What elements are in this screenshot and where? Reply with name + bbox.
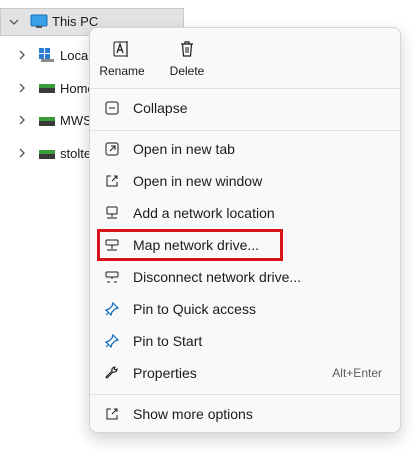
menu-item-label: Show more options [133,406,253,422]
chevron-right-icon[interactable] [14,112,30,128]
more-options-icon [104,406,120,422]
menu-item-show-more-options[interactable]: Show more options [94,400,396,428]
network-drive-icon [38,83,55,97]
menu-item-label: Open in new tab [133,141,235,157]
chevron-right-icon[interactable] [14,47,30,63]
menu-item-label: Pin to Quick access [133,301,256,317]
wrench-icon [104,365,120,381]
menu-item-label: Disconnect network drive... [133,269,302,285]
network-drive-icon [38,149,55,163]
menu-item-add-network-location[interactable]: Add a network location [94,199,396,227]
network-location-icon [104,205,120,221]
menu-item-label: Properties [133,365,197,381]
open-new-tab-icon [104,141,120,157]
menu-item-label: Open in new window [133,173,263,189]
rename-button[interactable]: Rename [95,36,149,84]
network-drive-icon [38,116,55,130]
properties-shortcut: Alt+Enter [332,366,382,380]
menu-item-pin-start[interactable]: Pin to Start [94,327,396,355]
open-new-window-icon [104,173,120,189]
menu-item-disconnect-network-drive[interactable]: Disconnect network drive... [94,263,396,291]
pin-icon [104,301,120,317]
menu-item-map-network-drive[interactable]: Map network drive... [94,231,396,259]
menu-item-label: Map network drive... [133,237,260,253]
menu-divider [90,130,400,131]
menu-divider [90,88,400,89]
rename-label: Rename [99,64,145,78]
collapse-icon [104,100,120,116]
tree-item-local[interactable]: Local [60,48,91,63]
pin-icon [104,333,120,349]
tree-item-stolte[interactable]: stolte [60,146,91,161]
delete-label: Delete [169,64,205,78]
this-pc-label: This PC [52,14,99,29]
delete-button[interactable]: Delete [160,36,214,84]
menu-item-collapse[interactable]: Collapse [94,94,396,122]
menu-item-label: Collapse [133,100,188,116]
menu-item-open-new-window[interactable]: Open in new window [94,167,396,195]
menu-item-label: Pin to Start [133,333,203,349]
chevron-down-icon[interactable] [6,14,22,30]
menu-item-pin-quick-access[interactable]: Pin to Quick access [94,295,396,323]
context-menu: Rename Delete Collapse Open in new tab O… [89,27,401,433]
tree-item-mws[interactable]: MWS [60,113,92,128]
menu-item-properties[interactable]: Properties Alt+Enter [94,359,396,387]
windows-drive-icon [38,47,54,62]
disconnect-drive-icon [104,269,120,285]
chevron-right-icon[interactable] [14,145,30,161]
menu-item-label: Add a network location [133,205,275,221]
monitor-icon [30,14,48,28]
map-drive-icon [104,237,120,253]
chevron-right-icon[interactable] [14,80,30,96]
rename-icon [113,41,128,57]
menu-divider [90,394,400,395]
menu-item-open-new-tab[interactable]: Open in new tab [94,135,396,163]
trash-icon [181,41,193,57]
